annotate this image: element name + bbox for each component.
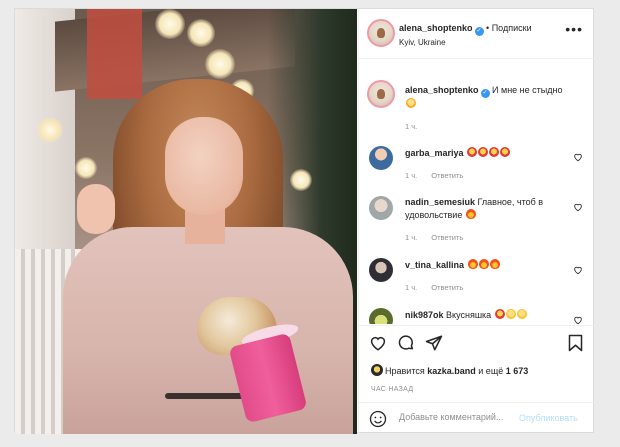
fire-emoji-icon — [478, 259, 489, 269]
comment-like-icon[interactable] — [573, 152, 583, 162]
emoji-icon — [494, 309, 505, 319]
likes-prefix: Нравится — [385, 366, 425, 376]
more-icon[interactable]: ••• — [565, 22, 583, 36]
photo-light — [75, 157, 97, 179]
smile-icon[interactable] — [369, 410, 387, 428]
post-time[interactable]: ЧАС НАЗАД — [371, 386, 413, 393]
comment-text: v_tina_kallina — [405, 259, 500, 272]
comment-username[interactable]: nadin_semesiuk — [405, 197, 475, 207]
reply-button[interactable]: Ответить — [431, 171, 463, 180]
heart-icon[interactable] — [369, 334, 387, 352]
emoji-icon — [500, 147, 511, 157]
liker-avatar[interactable] — [371, 364, 383, 376]
photo-light — [205, 49, 235, 79]
post-location[interactable]: Kyiv, Ukraine — [399, 38, 446, 47]
comment-meta: 1 ч. Ответить — [405, 233, 463, 242]
comment-text: garba_mariya — [405, 147, 511, 160]
commenter-avatar[interactable] — [369, 258, 393, 282]
comment-input[interactable] — [399, 412, 529, 422]
caption-username[interactable]: alena_shoptenko — [405, 85, 479, 95]
caption-text: alena_shoptenko ✓ И мне не стыдно — [405, 84, 562, 111]
comment-username[interactable]: v_tina_kallina — [405, 260, 464, 270]
photo-light — [155, 9, 185, 39]
add-comment-row: Опубликовать — [359, 402, 595, 435]
fire-emoji-icon — [465, 209, 476, 219]
author-username[interactable]: alena_shoptenko — [399, 23, 473, 33]
share-icon[interactable] — [425, 334, 443, 352]
comment-username[interactable]: nik987ok — [405, 310, 444, 320]
photo-face — [165, 117, 243, 215]
likes-count[interactable]: 1 673 — [506, 366, 529, 376]
laugh-emoji-icon — [406, 98, 416, 108]
photo-light — [290, 169, 312, 191]
post-header: alena_shoptenko ✓ • Подписки Kyiv, Ukrain… — [359, 9, 595, 59]
photo-sign — [87, 9, 142, 99]
likes-summary: Нравится kazka.band и ещё 1 673 — [385, 366, 528, 376]
reply-button[interactable]: Ответить — [431, 283, 463, 292]
caption-body: И мне не стыдно — [492, 85, 563, 95]
photo-light — [187, 19, 215, 47]
caption-meta: 1 ч. — [405, 122, 417, 131]
comment-time[interactable]: 1 ч. — [405, 283, 417, 292]
post-dialog: alena_shoptenko ✓ • Подписки Kyiv, Ukrain… — [14, 8, 595, 434]
comment-like-icon[interactable] — [573, 202, 583, 212]
commenter-avatar[interactable] — [369, 146, 393, 170]
publish-button[interactable]: Опубликовать — [519, 413, 578, 423]
following-button[interactable]: Подписки — [492, 23, 532, 33]
verified-icon: ✓ — [480, 89, 490, 98]
caption-time[interactable]: 1 ч. — [405, 122, 417, 131]
commenter-avatar[interactable] — [369, 308, 393, 324]
emoji-icon — [467, 147, 478, 157]
comment-like-icon[interactable] — [573, 315, 583, 324]
emoji-icon — [489, 147, 500, 157]
emoji-icon — [516, 309, 527, 319]
author-line: alena_shoptenko ✓ • Подписки — [399, 23, 532, 36]
photo-hand — [77, 184, 115, 234]
comment-like-icon[interactable] — [573, 265, 583, 275]
emoji-icon — [505, 309, 516, 319]
comment-time[interactable]: 1 ч. — [405, 233, 417, 242]
comment-meta: 1 ч. Ответить — [405, 283, 463, 292]
emoji-icon — [478, 147, 489, 157]
fire-emoji-icon — [489, 259, 500, 269]
verified-icon: ✓ — [474, 27, 484, 36]
comment-meta: 1 ч. Ответить — [405, 171, 463, 180]
comment-username[interactable]: garba_mariya — [405, 148, 464, 158]
comments-list[interactable]: alena_shoptenko ✓ И мне не стыдно 1 ч. ga… — [359, 60, 595, 324]
post-actions: Нравится kazka.band и ещё 1 673 ЧАС НАЗА… — [359, 325, 595, 434]
comment-text: nadin_semesiuk Главное, чтоб в удовольст… — [405, 196, 555, 222]
fire-emoji-icon — [467, 259, 478, 269]
post-photo[interactable] — [15, 9, 357, 434]
likes-suffix: и ещё — [478, 366, 504, 376]
comment-icon[interactable] — [397, 334, 415, 352]
caption-avatar[interactable] — [367, 80, 395, 108]
photo-light — [37, 117, 63, 143]
bookmark-icon[interactable] — [567, 334, 584, 352]
post-side-panel: alena_shoptenko ✓ • Подписки Kyiv, Ukrain… — [358, 9, 595, 434]
comment-time[interactable]: 1 ч. — [405, 171, 417, 180]
commenter-avatar[interactable] — [369, 196, 393, 220]
author-avatar[interactable] — [367, 19, 395, 47]
comment-body: Вкусняшка — [446, 310, 492, 320]
comment-text: nik987ok Вкусняшка — [405, 309, 527, 322]
liker-username[interactable]: kazka.band — [427, 366, 476, 376]
reply-button[interactable]: Ответить — [431, 233, 463, 242]
